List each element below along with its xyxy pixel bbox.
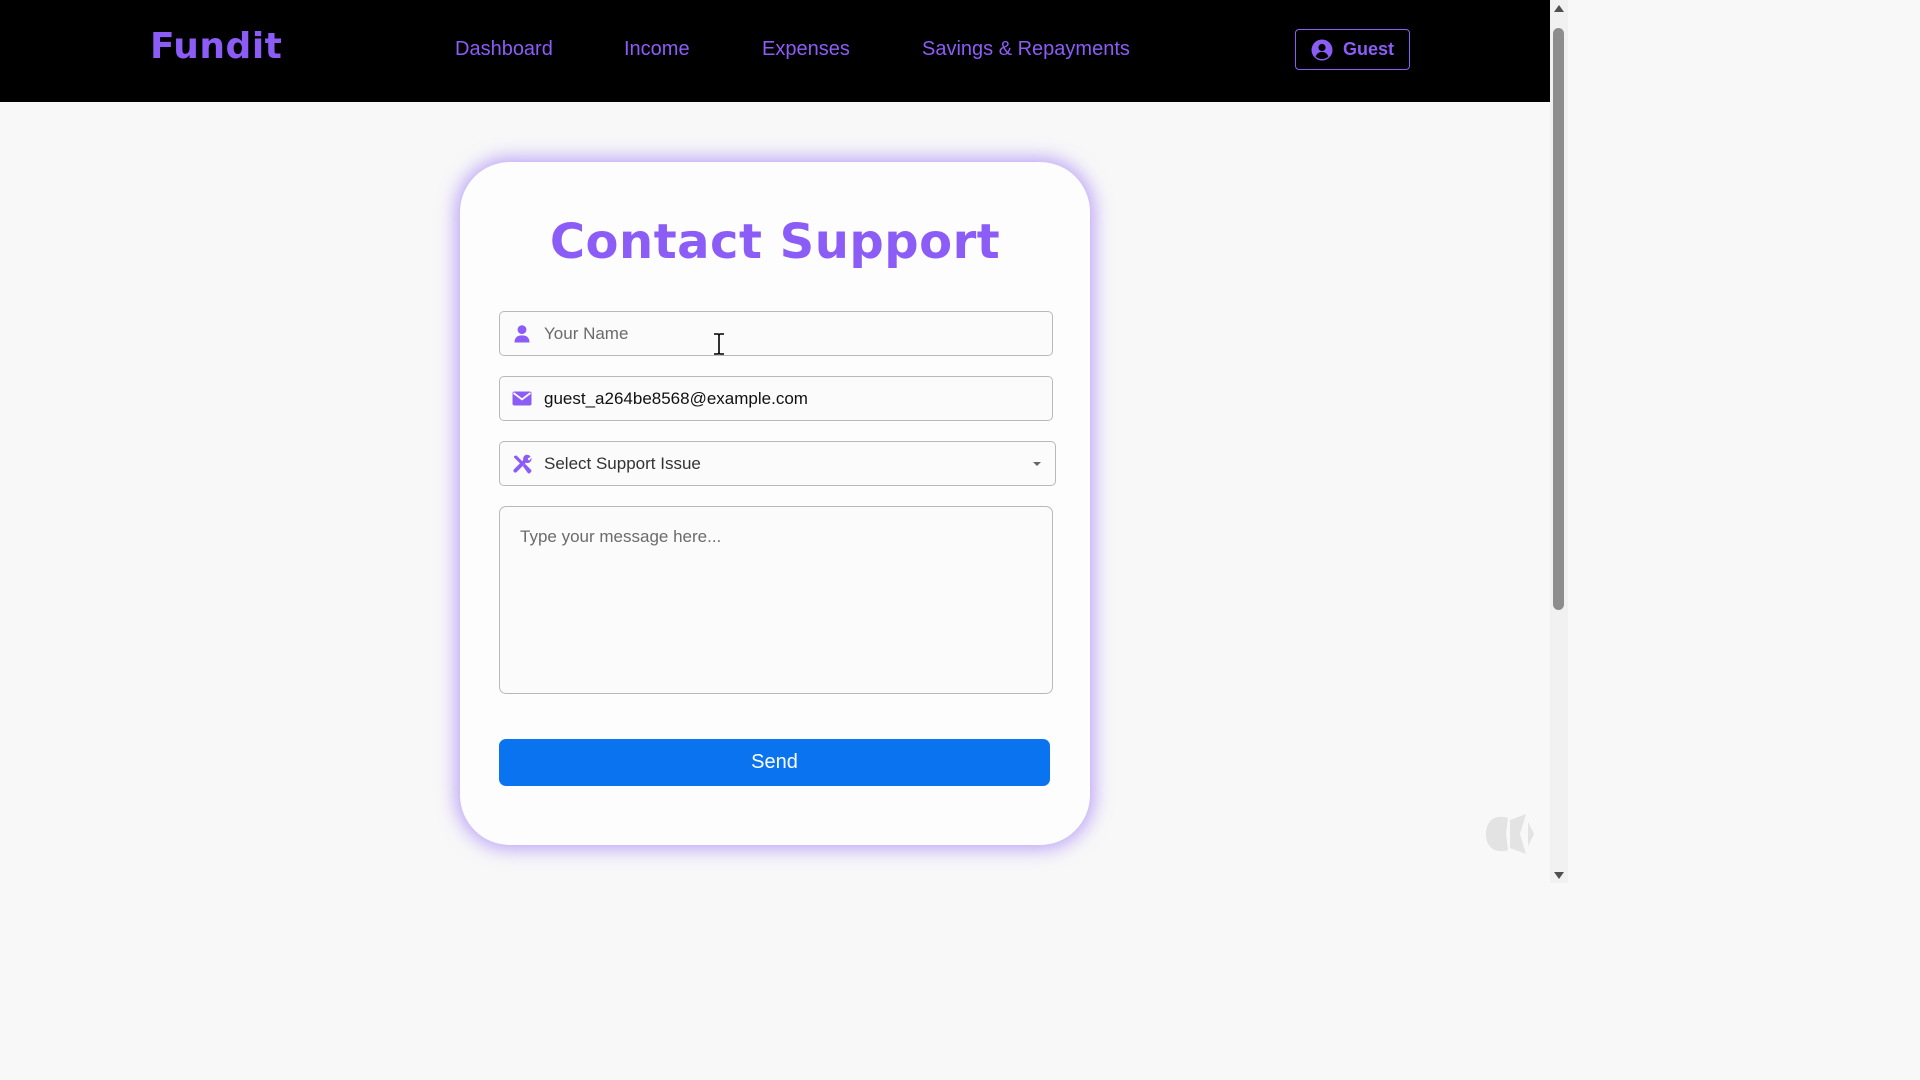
email-input[interactable] bbox=[544, 377, 1052, 420]
envelope-icon bbox=[500, 377, 544, 420]
guest-account-button[interactable]: Guest bbox=[1295, 29, 1410, 70]
nav-expenses[interactable]: Expenses bbox=[762, 38, 850, 61]
floating-widget-icon[interactable] bbox=[1482, 810, 1536, 863]
email-field[interactable] bbox=[499, 376, 1053, 421]
message-textarea[interactable] bbox=[499, 506, 1053, 694]
contact-support-card: Contact Support Select Support Is bbox=[460, 162, 1090, 845]
support-issue-selected: Select Support Issue bbox=[544, 453, 701, 473]
nav-savings-repayments[interactable]: Savings & Repayments bbox=[922, 38, 1130, 61]
top-navigation-bar: Fundit Dashboard Income Expenses Savings… bbox=[0, 0, 1550, 102]
nav-income[interactable]: Income bbox=[624, 38, 690, 61]
tools-icon bbox=[500, 442, 544, 485]
support-issue-select[interactable]: Select Support Issue bbox=[499, 441, 1056, 486]
user-circle-icon bbox=[1311, 39, 1333, 61]
name-field[interactable] bbox=[499, 311, 1053, 356]
scroll-down-arrow-icon[interactable] bbox=[1550, 867, 1568, 883]
guest-button-label: Guest bbox=[1342, 39, 1394, 59]
scroll-up-arrow-icon[interactable] bbox=[1550, 0, 1568, 16]
name-input[interactable] bbox=[544, 312, 1052, 355]
send-button[interactable]: Send bbox=[499, 739, 1050, 786]
page-scrollbar[interactable] bbox=[1550, 0, 1568, 883]
text-cursor-icon bbox=[712, 333, 726, 360]
page-title: Contact Support bbox=[549, 214, 1001, 270]
nav-dashboard[interactable]: Dashboard bbox=[455, 38, 553, 61]
user-icon bbox=[500, 312, 544, 355]
chevron-down-icon bbox=[1019, 461, 1055, 467]
brand-logo[interactable]: Fundit bbox=[150, 26, 282, 67]
scrollbar-thumb[interactable] bbox=[1553, 28, 1564, 610]
